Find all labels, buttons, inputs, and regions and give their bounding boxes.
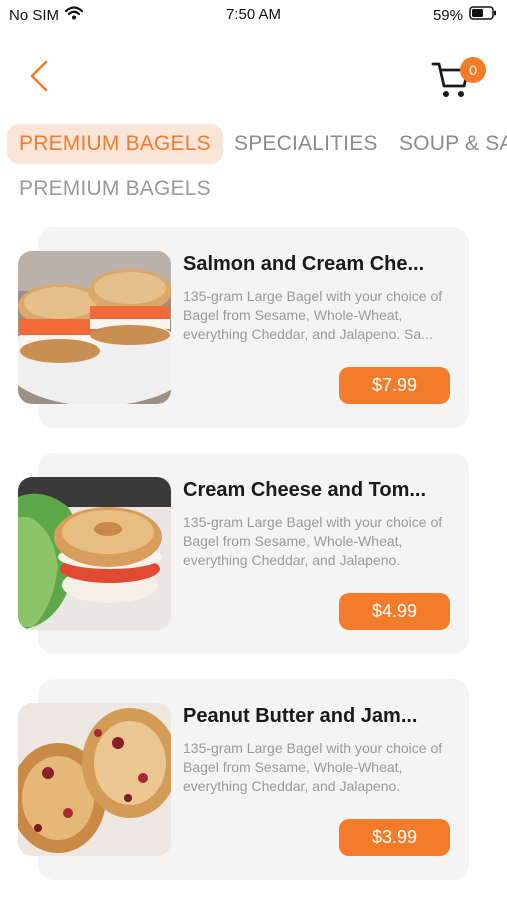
category-tabs: PREMIUM BAGELS SPECIALITIES SOUP & SA [0, 124, 507, 166]
price-button[interactable]: $7.99 [339, 367, 450, 404]
tab-premium-bagels[interactable]: PREMIUM BAGELS [7, 124, 223, 164]
clock: 7:50 AM [225, 6, 282, 23]
price-button[interactable]: $4.99 [339, 593, 450, 630]
cart-button[interactable]: 0 [430, 52, 490, 100]
status-bar: No SIM 7:50 AM 59% [0, 0, 507, 30]
cart-count-badge: 0 [460, 57, 486, 83]
item-name: Salmon and Cream Che... [183, 253, 425, 275]
item-description: 135-gram Large Bagel with your choice of… [183, 288, 443, 342]
header: 0 [0, 48, 507, 108]
back-button[interactable] [26, 58, 56, 94]
battery-icon [469, 6, 497, 24]
item-name: Cream Cheese and Tom... [183, 479, 427, 501]
item-name: Peanut Butter and Jam... [183, 705, 418, 727]
item-image-cream-cheese-tomato [18, 477, 171, 630]
section-title: PREMIUM BAGELS [19, 177, 211, 200]
price-button[interactable]: $3.99 [339, 819, 450, 856]
tab-soup-salad[interactable]: SOUP & SA [399, 124, 507, 164]
item-description: 135-gram Large Bagel with your choice of… [183, 740, 443, 794]
item-image-peanut-butter-jam [18, 703, 171, 856]
back-chevron-icon [30, 60, 48, 92]
item-description: 135-gram Large Bagel with your choice of… [183, 514, 443, 568]
battery-group: 59% [433, 6, 497, 24]
item-image-salmon [18, 251, 171, 404]
battery-percent: 59% [432, 6, 463, 24]
tab-specialities[interactable]: SPECIALITIES [234, 124, 378, 164]
